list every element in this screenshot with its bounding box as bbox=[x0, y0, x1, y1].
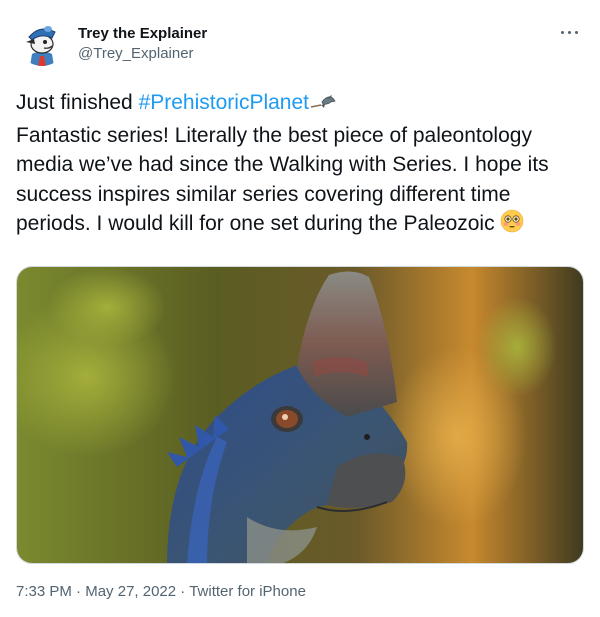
meta-separator: · bbox=[76, 583, 82, 600]
more-options-icon[interactable] bbox=[556, 20, 584, 44]
flushed-face-emoji bbox=[500, 209, 524, 242]
tweet-body: Fantastic series! Literally the best pie… bbox=[16, 123, 549, 236]
hashtag-link[interactable]: #PrehistoricPlanet bbox=[139, 91, 309, 114]
user-names: Trey the Explainer @Trey_Explainer bbox=[78, 24, 207, 64]
meta-separator: · bbox=[180, 583, 186, 600]
tweet-source[interactable]: Twitter for iPhone bbox=[189, 583, 306, 600]
prehistoric-planet-icon bbox=[309, 91, 337, 121]
tweet-time[interactable]: 7:33 PM bbox=[16, 583, 72, 600]
tweet-text: Just finished #PrehistoricPlanet Fantast… bbox=[16, 88, 584, 242]
user-handle[interactable]: @Trey_Explainer bbox=[78, 44, 207, 64]
tweet-prefix: Just finished bbox=[16, 91, 139, 114]
tweet-meta: 7:33 PM · May 27, 2022 · Twitter for iPh… bbox=[16, 582, 306, 602]
tweet-date[interactable]: May 27, 2022 bbox=[85, 583, 176, 600]
avatar[interactable] bbox=[18, 18, 66, 66]
display-name[interactable]: Trey the Explainer bbox=[78, 24, 207, 44]
dinosaur-photo[interactable] bbox=[16, 266, 584, 564]
cartoon-avatar-icon bbox=[18, 18, 66, 66]
tweet: Trey the Explainer @Trey_Explainer Just … bbox=[0, 0, 600, 617]
tweet-header: Trey the Explainer @Trey_Explainer bbox=[18, 16, 584, 72]
